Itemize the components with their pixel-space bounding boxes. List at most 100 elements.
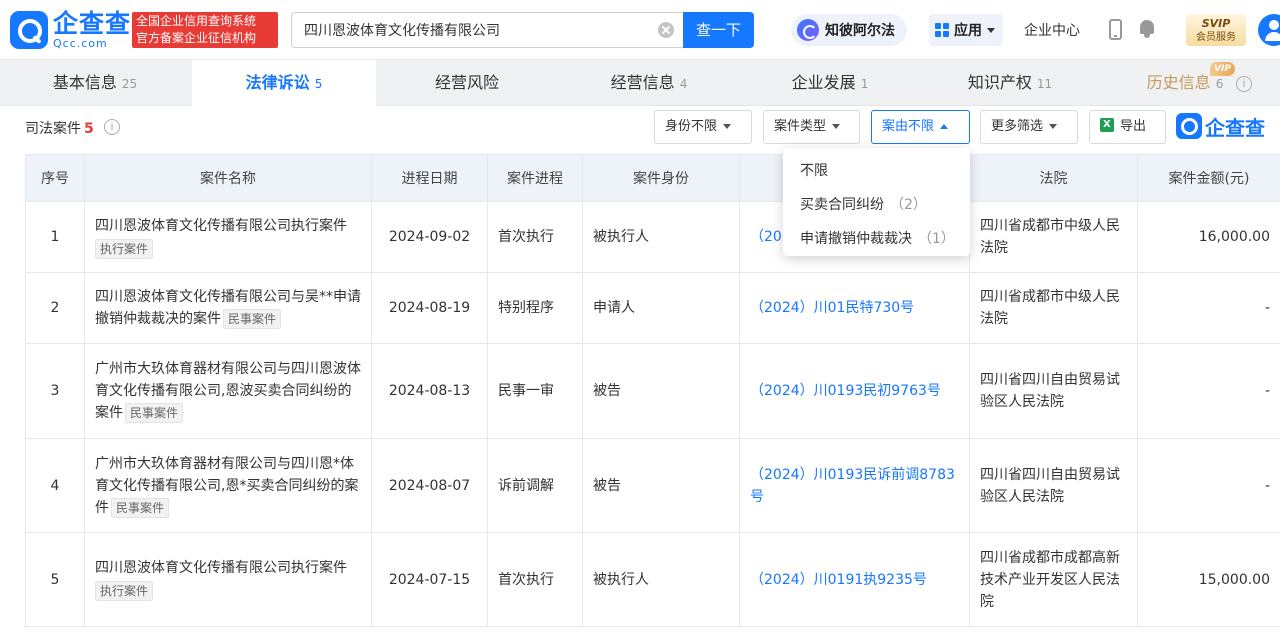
row-date: 2024-07-15 [371, 532, 488, 627]
tab-label: 知识产权 [967, 73, 1032, 92]
row-name-cell[interactable]: 广州市大玖体育器材有限公司与四川恩波体育文化传播有限公司,恩波买卖合同纠纷的案件… [84, 343, 372, 439]
tab-legal-litigation[interactable]: 法律诉讼 5 [192, 60, 376, 107]
row-name-cell[interactable]: 四川恩波体育文化传播有限公司执行案件 执行案件 [84, 201, 372, 273]
apps-grid-icon [935, 23, 949, 37]
col-header-no: 序号 [25, 154, 85, 202]
row-no: 5 [25, 532, 85, 627]
dropdown-item-sales-contract[interactable]: 买卖合同纠纷 （2） [783, 188, 970, 222]
qcc-logo[interactable]: 企查查 Qcc.com [10, 10, 131, 50]
case-reason-filter-label: 案由不限 [882, 119, 935, 134]
svip-member-button[interactable]: SVIP 会员服务 [1186, 14, 1246, 46]
row-name-cell[interactable]: 四川恩波体育文化传播有限公司与吴**申请撤销仲裁裁决的案件 民事案件 [84, 272, 372, 344]
bell-icon[interactable] [1138, 18, 1156, 38]
logo-text: 企查查 Qcc.com [53, 11, 131, 49]
tab-label: 法律诉讼 [245, 73, 310, 92]
row-no: 3 [25, 343, 85, 439]
chevron-down-icon [723, 124, 732, 129]
identity-filter-label: 身份不限 [665, 119, 718, 134]
clear-icon[interactable] [658, 22, 674, 38]
row-no: 2 [25, 272, 85, 344]
row-role: 被告 [582, 343, 740, 439]
row-case-no[interactable]: （2024）川0193民诉前调8783号 [739, 438, 970, 533]
case-tag: 民事案件 [223, 309, 282, 329]
history-info-icon[interactable]: i [1236, 76, 1252, 92]
search-button[interactable]: 查一下 [683, 12, 754, 48]
row-no: 1 [25, 201, 85, 273]
export-button[interactable]: 导出 [1089, 109, 1166, 144]
tab-count: 5 [314, 77, 323, 91]
case-tag: 执行案件 [95, 581, 154, 601]
row-name-cell[interactable]: 广州市大玖体育器材有限公司与四川恩*体育文化传播有限公司,恩*买卖合同纠纷的案件… [84, 438, 372, 533]
row-amount: - [1137, 272, 1280, 344]
col-header-stage: 案件进程 [487, 154, 583, 202]
tab-business-risk[interactable]: 经营风险 [376, 60, 558, 106]
row-case-no[interactable]: （2024）川01民特730号 [739, 272, 970, 344]
section-title: 司法案件 5 [25, 118, 94, 138]
row-stage: 首次执行 [487, 201, 583, 273]
zhibi-alpha-label: 知彼阿尔法 [825, 23, 895, 39]
brand-small-text: 企查查 [1205, 115, 1265, 140]
row-date: 2024-09-02 [371, 201, 488, 273]
info-icon[interactable]: i [104, 119, 120, 135]
case-type-filter[interactable]: 案件类型 [763, 110, 860, 144]
table-row[interactable]: 5 四川恩波体育文化传播有限公司执行案件 执行案件 2024-07-15 首次执行… [25, 532, 1280, 627]
svip-service-label: 会员服务 [1196, 32, 1236, 43]
chevron-down-icon [987, 27, 995, 33]
case-reason-filter[interactable]: 案由不限 [871, 110, 970, 144]
row-court: 四川省成都市中级人民法院 [969, 201, 1138, 273]
col-header-date[interactable]: 进程日期 [371, 154, 488, 202]
apps-menu-button[interactable]: 应用 [929, 14, 1003, 46]
dropdown-item-label: 不限 [800, 163, 828, 179]
row-case-no[interactable]: （2024）川0191执9235号 [739, 532, 970, 627]
tab-intellectual-property[interactable]: 知识产权 11 [920, 60, 1100, 106]
dropdown-item-label: 申请撤销仲裁裁决 [800, 231, 912, 247]
case-type-filter-label: 案件类型 [774, 119, 827, 134]
slogan-line-1: 全国企业信用查询系统 [136, 14, 257, 28]
table-row[interactable]: 1 四川恩波体育文化传播有限公司执行案件 执行案件 2024-09-02 首次执行… [25, 201, 1280, 273]
col-header-name[interactable]: 案件名称 [84, 154, 372, 202]
search-input[interactable] [292, 13, 652, 47]
enterprise-center-link[interactable]: 企业中心 [1024, 20, 1080, 40]
case-name-link[interactable]: 四川恩波体育文化传播有限公司执行案件 [95, 218, 347, 234]
row-role: 被执行人 [582, 201, 740, 273]
export-label: 导出 [1120, 119, 1147, 134]
zhibi-alpha-button[interactable]: 知彼阿尔法 [791, 14, 907, 46]
dropdown-item-all[interactable]: 不限 [783, 154, 970, 188]
qcc-brand-small: 企查查 [1176, 112, 1265, 140]
tab-business-info[interactable]: 经营信息 4 [558, 60, 740, 106]
more-filters[interactable]: 更多筛选 [980, 110, 1078, 144]
dropdown-item-count: （1） [918, 231, 955, 247]
col-header-court: 法院 [969, 154, 1138, 202]
slogan-line-2: 官方备案企业征信机构 [136, 31, 257, 45]
tab-development[interactable]: 企业发展 1 [740, 60, 920, 106]
row-case-no[interactable]: （2024）川0193民初9763号 [739, 343, 970, 439]
row-stage: 诉前调解 [487, 438, 583, 533]
row-name-cell[interactable]: 四川恩波体育文化传播有限公司执行案件执行案件 [84, 532, 372, 627]
tab-label: 历史信息 [1146, 73, 1211, 92]
tab-basic-info[interactable]: 基本信息 25 [0, 60, 190, 106]
table-header-row: 序号 案件名称 进程日期 案件进程 案件身份 案号 法院 案件金额(元) [25, 154, 1280, 202]
logo-en: Qcc.com [53, 37, 108, 50]
row-amount: 15,000.00 [1137, 532, 1280, 627]
cases-table: 序号 案件名称 进程日期 案件进程 案件身份 案号 法院 案件金额(元) 1 四… [25, 154, 1280, 627]
case-name-link[interactable]: 四川恩波体育文化传播有限公司执行案件 [95, 560, 347, 576]
row-amount: - [1137, 343, 1280, 439]
row-no: 4 [25, 438, 85, 533]
col-header-amount[interactable]: 案件金额(元) [1137, 154, 1280, 202]
table-row[interactable]: 2 四川恩波体育文化传播有限公司与吴**申请撤销仲裁裁决的案件 民事案件 2024… [25, 272, 1280, 344]
section-count: 5 [84, 121, 94, 137]
row-amount: 16,000.00 [1137, 201, 1280, 273]
table-row[interactable]: 3 广州市大玖体育器材有限公司与四川恩波体育文化传播有限公司,恩波买卖合同纠纷的… [25, 343, 1280, 439]
row-court: 四川省成都市中级人民法院 [969, 272, 1138, 344]
chevron-up-icon [940, 124, 949, 129]
tab-count: 25 [121, 77, 138, 91]
tab-count: 11 [1036, 77, 1053, 91]
identity-filter[interactable]: 身份不限 [654, 110, 752, 144]
mobile-phone-icon[interactable] [1109, 19, 1122, 40]
excel-icon [1100, 109, 1114, 141]
dropdown-item-revoke-arbitration[interactable]: 申请撤销仲裁裁决 （1） [783, 222, 970, 256]
user-avatar[interactable] [1258, 14, 1280, 46]
tab-label: 经营信息 [610, 73, 675, 92]
table-row[interactable]: 4 广州市大玖体育器材有限公司与四川恩*体育文化传播有限公司,恩*买卖合同纠纷的… [25, 438, 1280, 533]
zhibi-alpha-icon [797, 19, 819, 41]
